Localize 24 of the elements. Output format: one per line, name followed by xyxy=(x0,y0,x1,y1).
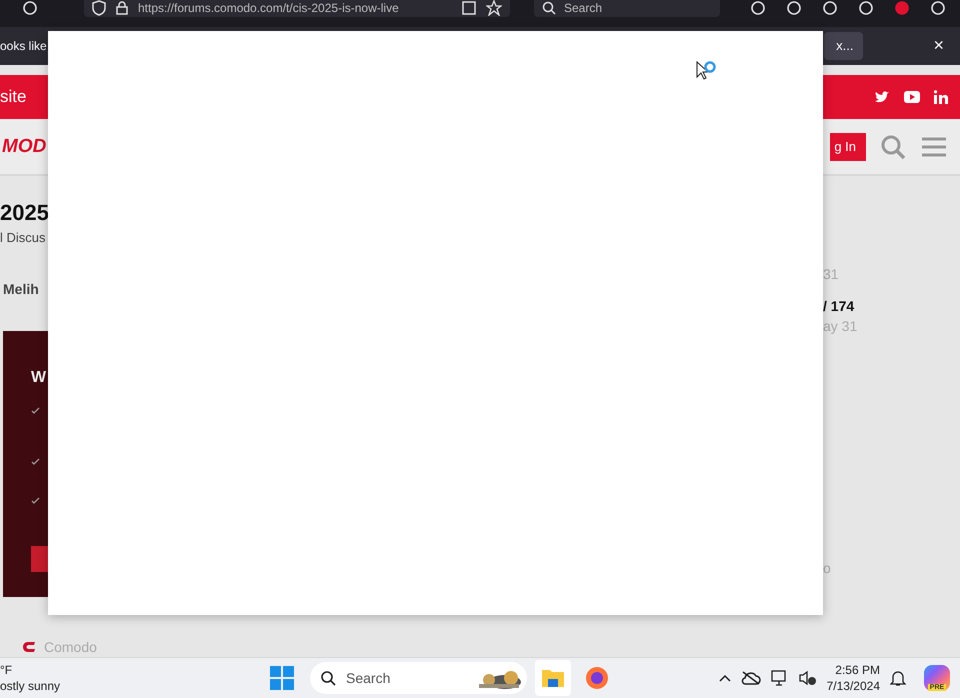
close-button[interactable]: × xyxy=(933,35,944,56)
clock[interactable]: 2:56 PM 7/13/2024 xyxy=(826,662,880,694)
footer-text: Comodo xyxy=(44,639,97,656)
weather-temperature: °F xyxy=(0,662,14,678)
url-text: https://forums.comodo.com/t/cis-2025-is-now-live xyxy=(138,1,400,16)
website-link[interactable]: site xyxy=(0,87,26,108)
login-button[interactable]: g In xyxy=(830,132,866,161)
reply-count: o xyxy=(823,560,832,576)
author-name: Melih xyxy=(3,281,40,298)
notification-text: ooks like xyxy=(0,38,47,53)
site-logo: MOD xyxy=(1,136,46,158)
post-date: 31 xyxy=(823,266,840,282)
clock-time: 2:56 PM xyxy=(835,662,880,678)
promo-heading: W xyxy=(31,369,48,388)
taskbar-search-field[interactable]: Search xyxy=(310,662,527,694)
notification-action-button[interactable]: x... xyxy=(824,32,864,60)
clock-date: 7/13/2024 xyxy=(826,678,880,694)
category-link[interactable]: l Discus xyxy=(0,230,48,246)
topic-title: 2025 xyxy=(0,200,48,226)
address-field[interactable]: https://forums.comodo.com/t/cis-2025-is-now-live xyxy=(84,0,510,18)
post-counter: / 174 xyxy=(823,298,856,314)
browser-search-field[interactable]: Search xyxy=(534,0,720,18)
weather-text: ostly sunny xyxy=(0,678,62,694)
post-date: ay 31 xyxy=(823,318,858,334)
